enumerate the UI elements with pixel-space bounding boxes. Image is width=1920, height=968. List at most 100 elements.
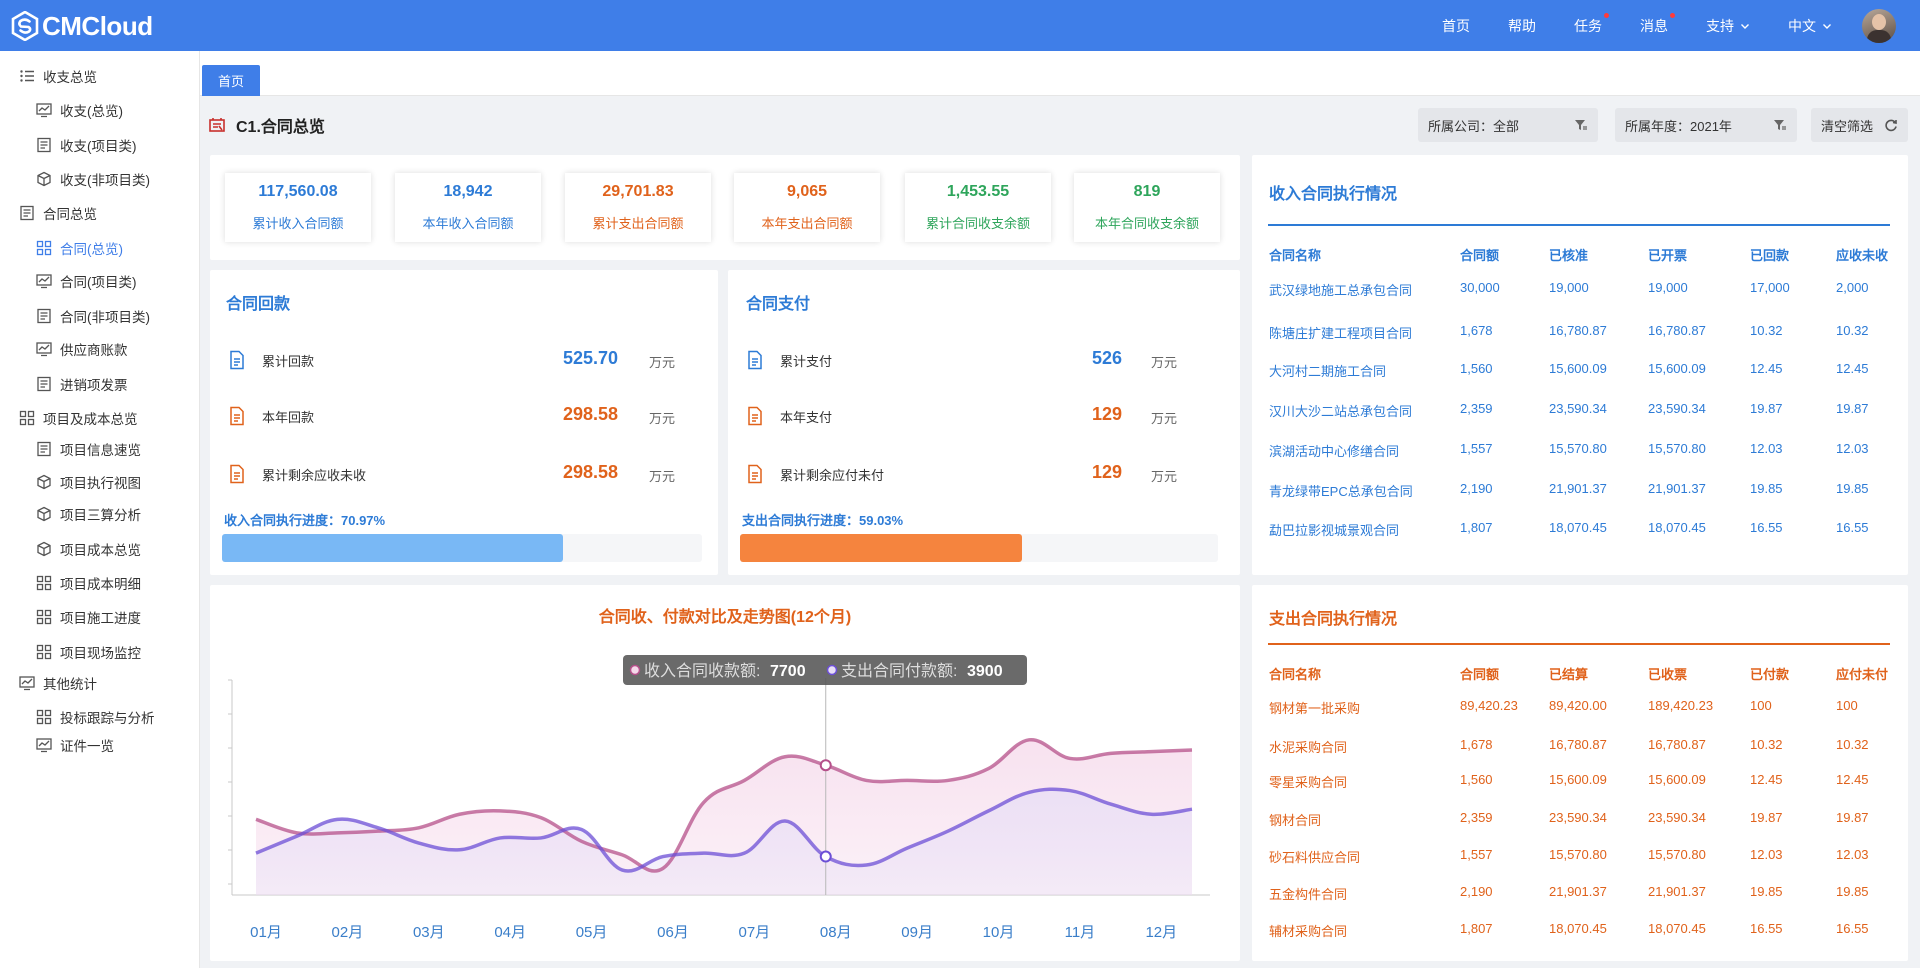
- nav-item-label: 支持: [1706, 17, 1734, 34]
- table-cell: 19.85: [1836, 884, 1869, 899]
- stat-card: 1,453.55 累计合同收支余额: [905, 173, 1051, 242]
- company-filter[interactable]: 所属公司：全部: [1418, 108, 1598, 142]
- sidebar-item-15[interactable]: 项目成本明细: [0, 568, 200, 598]
- table-cell: 89,420.00: [1549, 698, 1607, 713]
- sidebar-item-4[interactable]: 合同总览: [0, 198, 200, 228]
- x-tick-label: 02月: [332, 924, 364, 941]
- stat-value: 9,065: [786, 183, 828, 200]
- chevron-down-icon: [1823, 23, 1831, 29]
- sidebar-item-label: 项目三算分析: [60, 508, 141, 523]
- table-cell: 16,780.87: [1549, 737, 1607, 752]
- nav-item-1[interactable]: 帮助: [1508, 16, 1536, 36]
- sidebar-item-label: 项目信息速览: [60, 443, 141, 458]
- payments-metric-row: 本年支付: [746, 406, 832, 426]
- sidebar-item-label: 收支总览: [43, 70, 97, 85]
- sidebar-item-9[interactable]: 进销项发票: [0, 369, 200, 399]
- sidebar-item-2[interactable]: 收支(项目类): [0, 130, 200, 160]
- table-cell: 1,560: [1460, 361, 1493, 376]
- metric-unit: 万元: [1151, 355, 1178, 370]
- sidebar-item-7[interactable]: 合同(非项目类): [0, 301, 200, 331]
- table-cell: 15,570.80: [1549, 847, 1607, 862]
- report-icon: [37, 376, 51, 392]
- sidebar-item-0[interactable]: 收支总览: [0, 61, 200, 91]
- metric-label: 本年回款: [262, 409, 315, 425]
- sidebar-item-5[interactable]: 合同(总览): [0, 233, 200, 263]
- filter-icon: [1774, 120, 1786, 130]
- table-cell: 15,570.80: [1648, 441, 1706, 456]
- payments-progress-label: 支出合同执行进度：59.03%: [742, 513, 904, 528]
- table-cell: 武汉绿地施工总承包合同: [1269, 283, 1413, 298]
- sidebar-item-13[interactable]: 项目三算分析: [0, 499, 200, 529]
- nav-item-3[interactable]: 消息: [1640, 12, 1675, 36]
- sidebar-item-3[interactable]: 收支(非项目类): [0, 164, 200, 194]
- table-cell: 19.85: [1750, 884, 1783, 899]
- avatar[interactable]: [1862, 8, 1896, 43]
- nav-item-0[interactable]: 首页: [1442, 16, 1470, 36]
- metric-value: 298.58: [562, 404, 618, 424]
- table-cell: 15,570.80: [1648, 847, 1706, 862]
- table-cell: 18,070.45: [1648, 921, 1706, 936]
- column-header: 已收票: [1648, 667, 1688, 682]
- receipts-progress-track: [222, 534, 702, 562]
- trend-chart[interactable]: 01月 02月 03月 04月 05月 06月 07月 08月 09月 10月 11月 12月 收入合同…: [210, 630, 1240, 960]
- x-tick-label: 07月: [739, 924, 771, 941]
- document-icon: [748, 350, 762, 370]
- sidebar-item-8[interactable]: 供应商账款: [0, 334, 200, 364]
- table-cell: 汉川大沙二站总承包合同: [1269, 404, 1413, 419]
- receipts-metric-row: 本年回款: [228, 406, 314, 426]
- year-filter[interactable]: 所属年度：2021年: [1615, 108, 1797, 142]
- table-cell: 19.85: [1836, 481, 1869, 496]
- stat-value: 819: [1133, 183, 1161, 200]
- column-header: 合同额: [1460, 667, 1500, 682]
- stat-value: 29,701.83: [602, 183, 674, 200]
- sidebar-item-label: 证件一览: [60, 739, 114, 754]
- stat-label: 累计支出合同额: [592, 216, 684, 231]
- sidebar-item-18[interactable]: 其他统计: [0, 668, 200, 698]
- tab-home[interactable]: 首页: [202, 65, 260, 96]
- clear-filter-button[interactable]: 清空筛选: [1811, 108, 1908, 142]
- monitor-chart-icon: [36, 274, 52, 289]
- logo[interactable]: CMCloud: [10, 10, 153, 41]
- grid-icon: [36, 609, 52, 625]
- table-cell: 18,070.45: [1648, 520, 1706, 535]
- sidebar-item-16[interactable]: 项目施工进度: [0, 602, 200, 632]
- nav-item-4[interactable]: 支持: [1706, 16, 1750, 36]
- sidebar-item-19[interactable]: 投标跟踪与分析: [0, 702, 200, 732]
- table-cell: 2,359: [1460, 810, 1493, 825]
- table-cell: 16,780.87: [1648, 737, 1706, 752]
- nav-item-5[interactable]: 中文: [1788, 16, 1832, 36]
- sidebar-item-label: 供应商账款: [60, 343, 128, 358]
- table-cell: 2,190: [1460, 884, 1493, 899]
- sidebar-item-17[interactable]: 项目现场监控: [0, 637, 200, 667]
- sidebar-item-10[interactable]: 项目及成本总览: [0, 403, 200, 433]
- sidebar-item-14[interactable]: 项目成本总览: [0, 534, 200, 564]
- tooltip: 收入合同收款额: 7700 支出合同付款额: 3900: [623, 655, 1027, 685]
- sidebar-item-1[interactable]: 收支(总览): [0, 95, 200, 125]
- table-cell: 钢材合同: [1269, 813, 1322, 828]
- table-cell: 大河村二期施工合同: [1269, 364, 1387, 379]
- stat-card: 18,942 本年收入合同额: [395, 173, 541, 242]
- stat-label: 本年支出合同额: [761, 216, 853, 231]
- x-tick-label: 10月: [983, 924, 1015, 941]
- sidebar-item-20[interactable]: 证件一览: [0, 730, 200, 760]
- cube-icon: [37, 474, 51, 490]
- metric-label: 累计支付: [780, 353, 833, 369]
- document-icon: [230, 464, 244, 484]
- document-icon: [230, 406, 244, 426]
- table-cell: 2,000: [1836, 280, 1869, 295]
- logo-text: CMCloud: [42, 10, 153, 41]
- x-tick-label: 04月: [494, 924, 526, 941]
- table-cell: 12.45: [1836, 361, 1869, 376]
- table-cell: 21,901.37: [1648, 481, 1706, 496]
- receipts-metric-row: 累计回款: [228, 350, 314, 370]
- nav-item-2[interactable]: 任务: [1574, 12, 1609, 36]
- tooltip-marker: [826, 664, 838, 676]
- sidebar-item-6[interactable]: 合同(项目类): [0, 266, 200, 296]
- stat-value: 117,560.08: [258, 183, 338, 200]
- sidebar-item-11[interactable]: 项目信息速览: [0, 434, 200, 464]
- sidebar-item-12[interactable]: 项目执行视图: [0, 467, 200, 497]
- table-cell: 水泥采购合同: [1269, 740, 1348, 755]
- document-icon: [230, 350, 244, 370]
- refresh-icon: [1885, 119, 1897, 132]
- metric-label: 累计回款: [262, 353, 315, 369]
